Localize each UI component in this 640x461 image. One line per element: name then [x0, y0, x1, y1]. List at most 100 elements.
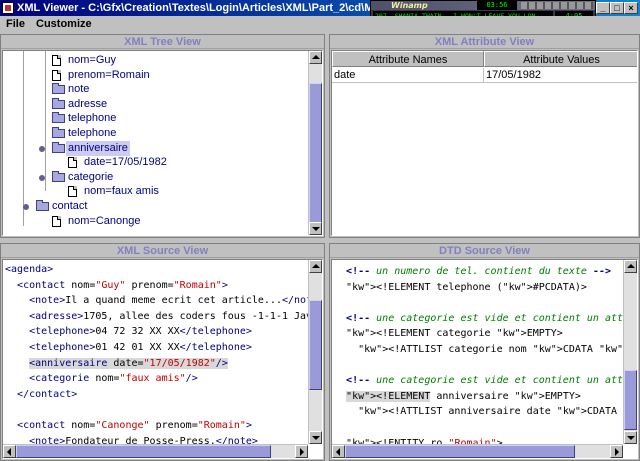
xml-viewer-window: XML Viewer - C:\Gfx\Creation\Textes\Logi…: [0, 0, 640, 461]
leaf-document-icon: [68, 157, 77, 169]
attribute-table[interactable]: Attribute Names Attribute Values date 17…: [331, 50, 638, 236]
dtd-view-title: DTD Source View: [330, 244, 639, 258]
tree-node[interactable]: nom=Guy: [3, 53, 118, 68]
tree-node-label: telephone: [68, 112, 117, 125]
scroll-thumb[interactable]: [309, 83, 322, 223]
source-vertical-scrollbar[interactable]: [308, 260, 322, 444]
menu-file[interactable]: File: [2, 17, 29, 31]
tree-node-label: contact: [52, 200, 88, 212]
tree-node-label: note: [68, 83, 90, 96]
tree-node[interactable]: anniversaire: [3, 140, 130, 156]
xml-source-view-pane: XML Source View <telephone>alors la !</t…: [0, 243, 325, 461]
tree-node-label: anniversaire: [66, 140, 130, 156]
tree-node[interactable]: contact: [3, 199, 89, 214]
leaf-document-icon: [52, 69, 61, 81]
dtd-horizontal-scrollbar[interactable]: [332, 444, 623, 458]
column-header-attribute-values[interactable]: Attribute Values: [484, 51, 637, 67]
dtd-source-line[interactable]: <!-- un numero de tel. contient du texte…: [334, 264, 611, 279]
winamp-clock: 03:56: [477, 1, 517, 10]
scroll-thumb[interactable]: [624, 370, 637, 430]
dtd-source-line[interactable]: <!-- une categorie est vide et contient …: [334, 311, 637, 326]
leaf-document-icon: [52, 55, 61, 66]
dtd-source-line[interactable]: <!-- une categorie est vide et contient …: [334, 373, 637, 388]
xml-attribute-view-pane: XML Attribute View Attribute Names Attri…: [329, 34, 640, 238]
tree-node-label: date=17/05/1982: [84, 156, 167, 169]
scroll-left-arrow-icon[interactable]: [332, 445, 345, 458]
folder-icon: [36, 200, 49, 211]
expand-handle-icon[interactable]: [39, 174, 45, 181]
scroll-left-arrow-icon[interactable]: [3, 445, 16, 458]
dtd-source-line[interactable]: "kw"><!ELEMENT categorie "kw">EMPTY>: [334, 326, 563, 341]
attribute-view-title: XML Attribute View: [330, 35, 639, 49]
leaf-document-icon: [68, 186, 77, 198]
tree-node[interactable]: telephone: [3, 126, 118, 141]
xml-source-line[interactable]: </contact>: [5, 387, 77, 402]
source-view-title: XML Source View: [1, 244, 324, 258]
tree-node[interactable]: note: [3, 82, 91, 97]
scroll-down-arrow-icon[interactable]: [309, 431, 322, 444]
expand-handle-icon[interactable]: [39, 145, 45, 152]
winamp-title: Winamp: [391, 1, 428, 10]
xml-source-line[interactable]: <note>Il a quand meme ecrit cet article.…: [5, 293, 322, 308]
xml-source-line[interactable]: <agenda>: [5, 262, 53, 277]
xml-source-line[interactable]: <categorie nom="faux amis"/>: [5, 371, 198, 386]
tree-node[interactable]: categorie: [3, 170, 115, 185]
scroll-thumb[interactable]: [309, 300, 322, 390]
source-horizontal-scrollbar[interactable]: [3, 444, 308, 458]
column-header-attribute-names[interactable]: Attribute Names: [332, 51, 484, 67]
expand-handle-icon[interactable]: [23, 204, 29, 210]
tree-node[interactable]: date=17/05/1982: [3, 155, 169, 170]
xml-source-line[interactable]: <anniversaire date="17/05/1982"/>: [5, 356, 228, 371]
tree-node-label: nom=faux amis: [84, 185, 159, 198]
dtd-source-line[interactable]: "kw"><!ATTLIST anniversaire date "kw">CD…: [334, 404, 637, 419]
tree-node[interactable]: telephone: [3, 111, 118, 126]
tree-vertical-scrollbar[interactable]: [308, 51, 322, 235]
xml-source-line[interactable]: <contact nom="Canonge" prenom="Romain">: [5, 418, 252, 433]
xml-source-editor[interactable]: <telephone>alors la !</telephone> <adres…: [2, 259, 323, 459]
minimize-button[interactable]: _: [596, 2, 610, 14]
menu-bar: File Customize: [0, 16, 640, 32]
tree-node[interactable]: adresse: [3, 97, 109, 112]
folder-icon: [52, 127, 65, 138]
winamp-controls[interactable]: [521, 2, 593, 9]
menu-customize[interactable]: Customize: [32, 17, 96, 31]
scroll-up-arrow-icon[interactable]: [624, 260, 637, 273]
scroll-down-arrow-icon[interactable]: [309, 222, 322, 235]
tree-node-label: nom=Canonge: [68, 214, 141, 227]
tree-view-title: XML Tree View: [1, 35, 324, 49]
tree-node-label: telephone: [68, 127, 117, 139]
scroll-right-arrow-icon[interactable]: [295, 445, 308, 458]
scroll-up-arrow-icon[interactable]: [309, 51, 322, 64]
dtd-source-line[interactable]: "kw"><!ELEMENT telephone ("kw">#PCDATA)>: [334, 280, 587, 295]
window-title: XML Viewer - C:\Gfx\Creation\Textes\Logi…: [17, 2, 377, 14]
folder-icon: [52, 83, 65, 95]
attribute-value-cell[interactable]: 17/05/1982: [484, 68, 637, 83]
tree-node-label: categorie: [68, 170, 114, 183]
tree-view[interactable]: nom=Guy prenom=Romain note adresse telephone…: [2, 50, 323, 236]
dtd-source-line[interactable]: "kw"><!ATTLIST categorie nom "kw">CDATA …: [334, 342, 637, 357]
maximize-button[interactable]: □: [610, 2, 624, 14]
xml-source-line[interactable]: <adresse>1705, allee des coders fous -1-…: [5, 309, 322, 324]
app-icon[interactable]: [2, 2, 14, 14]
dtd-source-view-pane: DTD Source View "kw"><!ENTITY ro "Romain…: [329, 243, 640, 461]
xml-source-line[interactable]: <telephone>04 72 32 XX XX</telephone>: [5, 324, 252, 339]
xml-source-line[interactable]: <contact nom="Guy" prenom="Romain">: [5, 278, 228, 293]
scroll-up-arrow-icon[interactable]: [309, 260, 322, 273]
xml-source-line[interactable]: <telephone>01 42 01 XX XX</telephone>: [5, 340, 252, 355]
dtd-vertical-scrollbar[interactable]: [623, 260, 637, 444]
folder-icon: [52, 112, 65, 124]
tree-node[interactable]: nom=faux amis: [3, 184, 161, 199]
dtd-source-editor[interactable]: "kw"><!ENTITY ro "Romain"> "kw"><!ATTLIS…: [331, 259, 638, 459]
scroll-down-arrow-icon[interactable]: [624, 431, 637, 444]
dtd-source-line[interactable]: "kw"><!ELEMENT anniversaire "kw">EMPTY>: [334, 389, 581, 404]
scroll-thumb[interactable]: [16, 445, 271, 458]
tree-node[interactable]: prenom=Romain: [3, 68, 152, 83]
leaf-document-icon: [52, 215, 61, 227]
attribute-name-cell[interactable]: date: [332, 68, 484, 83]
scroll-right-arrow-icon[interactable]: [610, 445, 623, 458]
tree-node[interactable]: nom=Canonge: [3, 214, 142, 229]
folder-icon: [52, 141, 65, 153]
close-button[interactable]: ×: [624, 2, 638, 14]
xml-tree-view-pane: XML Tree View nom=Guy prenom=Romain note ad…: [0, 34, 325, 238]
scroll-thumb[interactable]: [345, 445, 575, 458]
